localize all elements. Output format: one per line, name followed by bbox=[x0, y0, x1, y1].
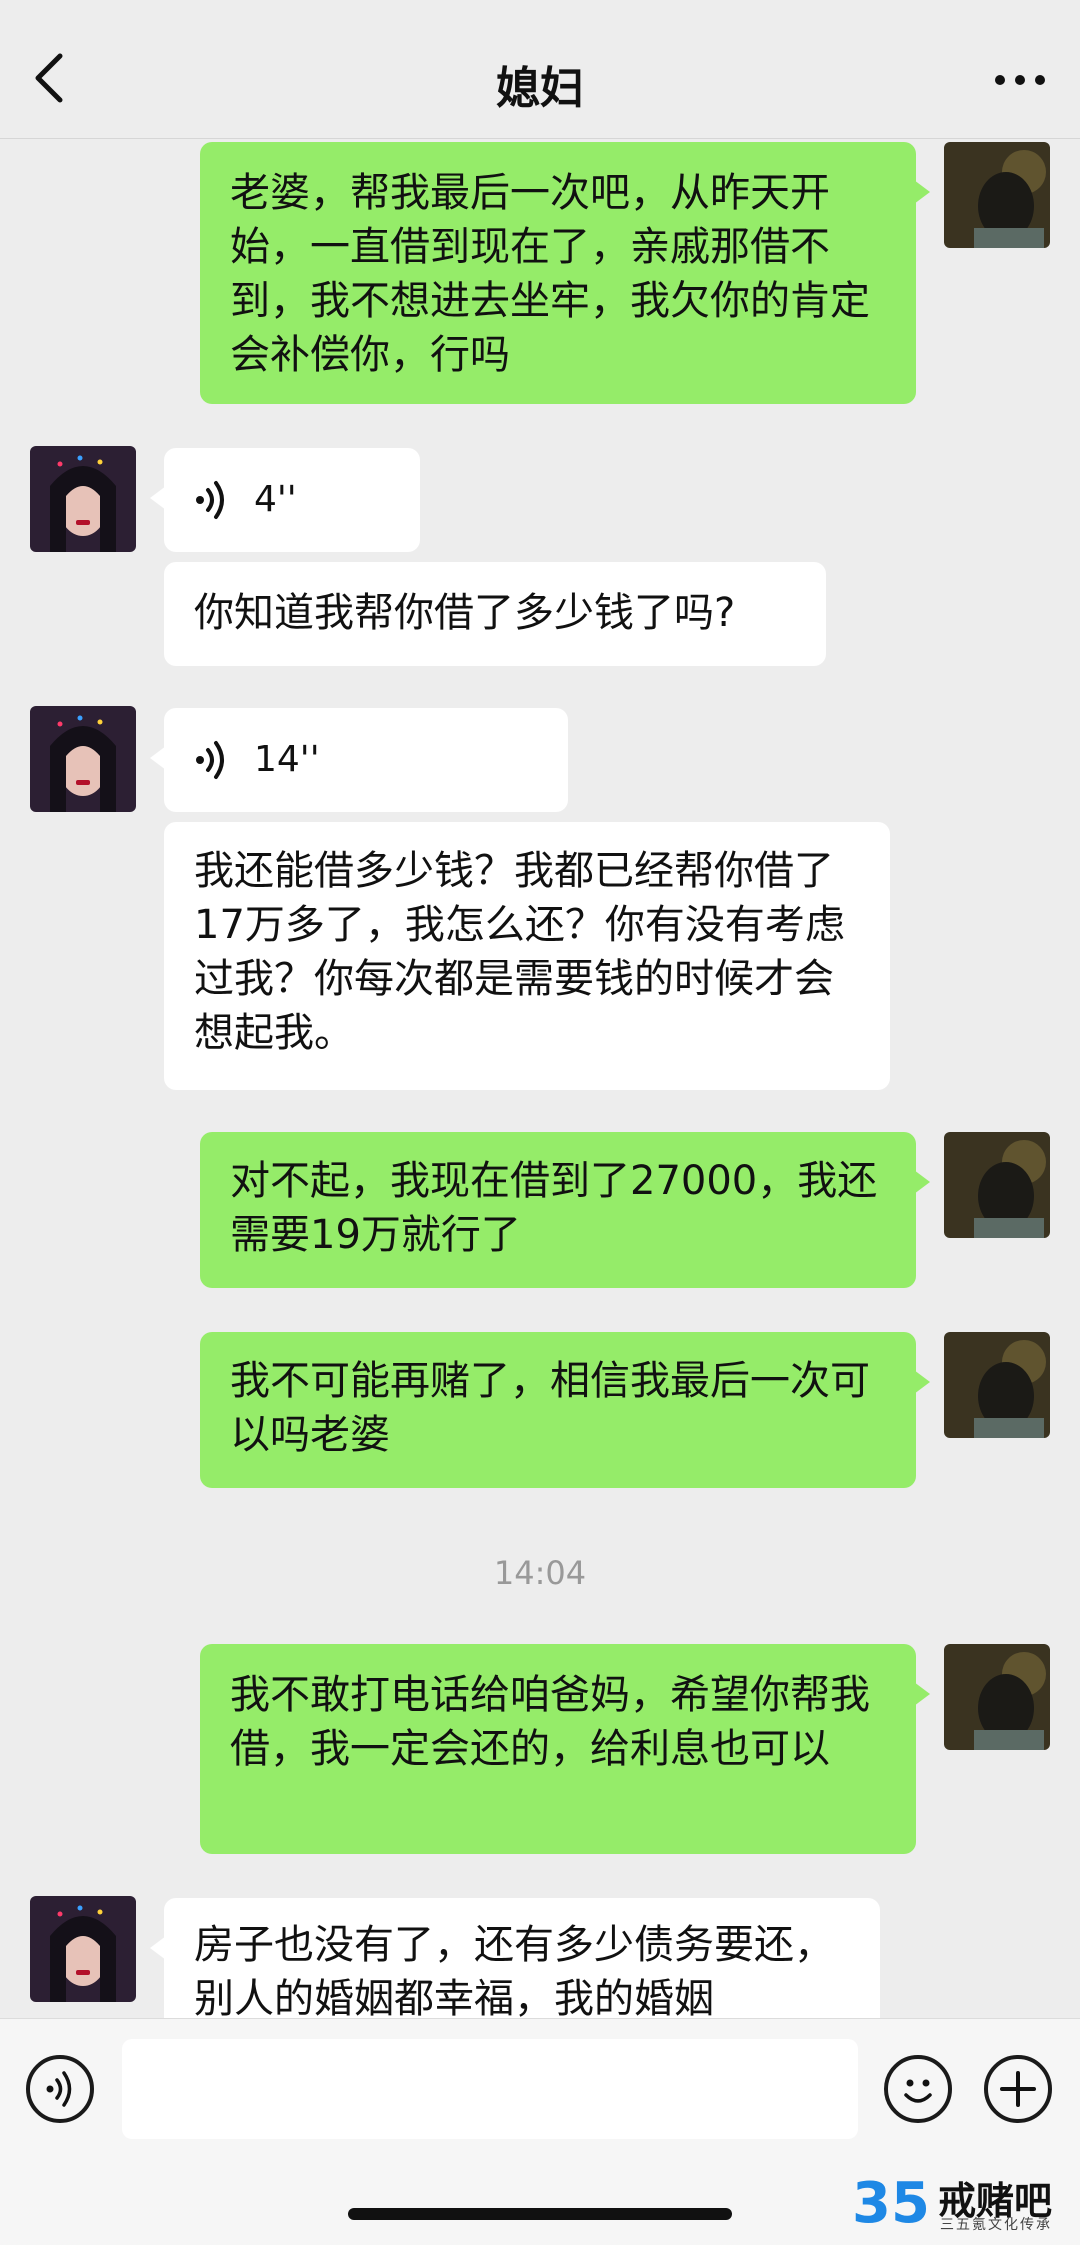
message-bubble-sent[interactable]: 我不可能再赌了，相信我最后一次可以吗老婆 bbox=[200, 1332, 930, 1488]
voice-wave-icon bbox=[46, 2071, 72, 2107]
contact-avatar[interactable] bbox=[30, 446, 136, 552]
plus-icon bbox=[1000, 2071, 1036, 2107]
voice-wave-icon bbox=[196, 481, 224, 519]
more-options-button[interactable] bbox=[990, 60, 1050, 100]
message-bubble-received[interactable]: 你知道我帮你借了多少钱了吗? bbox=[164, 562, 826, 666]
voice-input-button[interactable] bbox=[26, 2055, 94, 2123]
message-bubble-received[interactable]: 我还能借多少钱？我都已经帮你借了17万多了，我怎么还？你有没有考虑过我？你每次都… bbox=[164, 822, 890, 1090]
emoji-button[interactable] bbox=[884, 2055, 952, 2123]
message-text: 老婆，帮我最后一次吧，从昨天开始，一直借到现在了，亲戚那借不到，我不想进去坐牢，… bbox=[230, 170, 870, 378]
message-text: 我还能借多少钱？我都已经帮你借了17万多了，我怎么还？你有没有考虑过我？你每次都… bbox=[194, 848, 845, 1056]
message-bubble-received[interactable]: 房子也没有了，还有多少债务要还，别人的婚姻都幸福，我的婚姻 bbox=[150, 1898, 880, 2018]
watermark-logo: 35 戒赌吧 三五氪文化传承 bbox=[850, 2170, 1070, 2233]
my-avatar[interactable] bbox=[944, 1644, 1050, 1750]
chevron-left-icon bbox=[35, 53, 63, 103]
contact-avatar[interactable] bbox=[30, 706, 136, 812]
message-text: 房子也没有了，还有多少债务要还，别人的婚姻都幸福，我的婚姻 bbox=[194, 1922, 834, 2018]
voice-wave-icon bbox=[196, 741, 224, 779]
message-text: 我不可能再赌了，相信我最后一次可以吗老婆 bbox=[230, 1358, 870, 1458]
voice-message[interactable]: 4'' bbox=[150, 448, 420, 552]
message-input[interactable] bbox=[122, 2039, 858, 2139]
chat-header: 媳妇 bbox=[0, 0, 1080, 139]
more-functions-button[interactable] bbox=[984, 2055, 1052, 2123]
message-bubble-sent[interactable]: 老婆，帮我最后一次吧，从昨天开始，一直借到现在了，亲戚那借不到，我不想进去坐牢，… bbox=[200, 142, 930, 404]
watermark-subtitle: 三五氪文化传承 bbox=[940, 2217, 1052, 2233]
voice-message[interactable]: 14'' bbox=[150, 708, 568, 812]
message-text: 对不起，我现在借到了27000，我还需要19万就行了 bbox=[230, 1158, 878, 1258]
message-bubble-sent[interactable]: 我不敢打电话给咱爸妈，希望你帮我借，我一定会还的，给利息也可以 bbox=[200, 1644, 930, 1854]
more-dots-icon bbox=[995, 75, 1045, 85]
message-text: 我不敢打电话给咱爸妈，希望你帮我借，我一定会还的，给利息也可以 bbox=[230, 1672, 870, 1772]
voice-duration: 14'' bbox=[254, 739, 320, 780]
message-timestamp: 14:04 bbox=[493, 1554, 587, 1592]
voice-duration: 4'' bbox=[254, 479, 297, 520]
message-text: 你知道我帮你借了多少钱了吗? bbox=[194, 590, 736, 636]
logo-35-icon: 35 bbox=[852, 2171, 930, 2230]
my-avatar[interactable] bbox=[944, 1332, 1050, 1438]
back-button[interactable] bbox=[30, 48, 80, 118]
my-avatar[interactable] bbox=[944, 142, 1050, 248]
contact-avatar[interactable] bbox=[30, 1896, 136, 2002]
svg-text:35: 35 bbox=[852, 2171, 930, 2230]
chat-title: 媳妇 bbox=[496, 63, 584, 114]
message-bubble-sent[interactable]: 对不起，我现在借到了27000，我还需要19万就行了 bbox=[200, 1132, 930, 1288]
my-avatar[interactable] bbox=[944, 1132, 1050, 1238]
emoji-face-icon bbox=[904, 2079, 932, 2103]
message-list[interactable]: 老婆，帮我最后一次吧，从昨天开始，一直借到现在了，亲戚那借不到，我不想进去坐牢，… bbox=[0, 138, 1080, 2018]
home-indicator[interactable] bbox=[348, 2208, 732, 2220]
